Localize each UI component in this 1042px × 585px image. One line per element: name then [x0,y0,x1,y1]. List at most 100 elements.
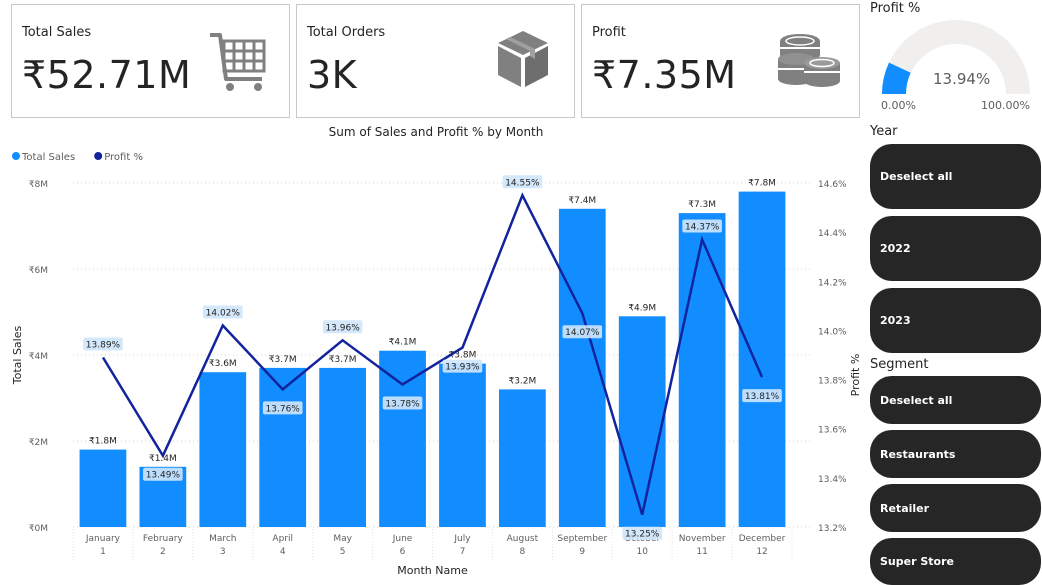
x-tick-label: July [453,534,471,544]
y-tick-label: ₹4M [29,352,48,362]
y2-tick-label: 13.6% [818,426,847,436]
y2-tick-label: 13.4% [818,475,847,485]
kpi-total-sales-value: ₹52.71M [22,53,192,97]
year-deselect-all-button[interactable]: Deselect all [870,144,1041,209]
x-tick-label: December [739,534,786,544]
y2-tick-label: 14.0% [818,327,847,337]
x-tick-label: May [333,534,352,544]
line-data-label: 13.49% [146,471,181,481]
x-tick-label: April [272,534,293,544]
bar-data-label: ₹3.2M [508,376,536,386]
line-data-label: 14.02% [206,309,241,319]
x-tick-number: 11 [696,547,707,557]
x-tick-label: August [507,534,539,544]
gauge-value-label: 13.94% [933,70,991,88]
line-data-label: 13.78% [385,399,420,409]
legend-label-1: Total Sales [21,152,75,163]
y2-tick-label: 13.8% [818,377,847,387]
year-2023-button[interactable]: 2023 [870,288,1041,353]
y-tick-label: ₹0M [29,524,48,534]
y-axis-title: Total Sales [11,326,24,386]
bar-november [678,213,726,527]
box-icon [498,31,548,87]
x-axis-title: Month Name [397,564,468,577]
line-data-label: 14.07% [565,328,600,338]
segment-retailer-button[interactable]: Retailer [870,484,1041,532]
x-tick-number: 12 [756,547,767,557]
x-tick-number: 1 [100,547,106,557]
bar-data-label: ₹3.7M [269,355,297,365]
bar-october [618,316,666,527]
x-tick-label: June [392,534,413,544]
y2-axis-title: Profit % [849,354,862,397]
kpi-total-orders-value: 3K [307,53,358,97]
bar-august [499,389,546,527]
bar-data-label: ₹7.8M [748,179,776,189]
kpi-total-sales-label: Total Sales [22,25,92,40]
y2-tick-label: 14.4% [818,229,847,239]
x-tick-label: March [209,534,236,544]
bar-july [439,363,486,527]
line-data-label: 13.25% [625,530,660,540]
y-tick-label: ₹2M [29,438,48,448]
bar-may [319,367,366,527]
year-2022-button[interactable]: 2022 [870,216,1041,281]
segment-super-store-button[interactable]: Super Store [870,538,1041,585]
x-tick-number: 10 [636,547,648,557]
chart-title: Sum of Sales and Profit % by Month [329,125,544,139]
gauge-min-label: 0.00% [881,99,916,112]
x-tick-label: September [557,534,607,544]
bar-december [738,191,786,527]
x-tick-number: 9 [579,547,585,557]
bar-june [379,350,426,527]
line-data-label: 13.89% [86,340,121,350]
y-tick-label: ₹6M [29,266,48,276]
x-tick-label: January [85,534,121,544]
x-tick-number: 8 [520,547,526,557]
bar-data-label: ₹1.8M [89,437,117,447]
bar-data-label: ₹3.7M [329,355,357,365]
y2-tick-label: 14.2% [818,278,847,288]
gauge-fill [882,62,911,95]
kpi-card-total-sales: Total Sales ₹52.71M [11,4,290,118]
segment-deselect-all-button[interactable]: Deselect all [870,376,1041,424]
coins-icon [778,34,840,87]
kpi-total-orders-label: Total Orders [307,25,386,40]
legend-marker-1 [12,152,20,160]
y2-tick-label: 13.2% [818,524,847,534]
y-tick-label: ₹8M [29,180,48,190]
segment-restaurants-button[interactable]: Restaurants [870,430,1041,478]
bar-data-label: ₹1.4M [149,454,177,464]
kpi-card-total-orders: Total Orders 3K [296,4,575,118]
line-data-label: 14.55% [505,178,540,188]
bar-data-label: ₹4.1M [389,338,417,348]
x-tick-label: November [679,534,726,544]
gauge-max-label: 100.00% [981,99,1030,112]
segment-slicer-title: Segment [870,357,929,372]
y2-tick-label: 14.6% [818,180,847,190]
x-tick-number: 7 [460,547,466,557]
bar-data-label: ₹3.6M [209,359,237,369]
bar-april [259,367,307,527]
bar-data-label: ₹7.3M [688,200,716,210]
x-tick-number: 6 [400,547,406,557]
x-tick-label: February [143,534,184,544]
line-data-label: 13.96% [325,323,360,333]
bar-january [79,449,127,527]
line-data-label: 14.37% [685,223,720,233]
x-tick-number: 4 [280,547,286,557]
bar-march [199,372,247,527]
legend-label-2: Profit % [104,152,143,163]
line-data-label: 13.93% [445,363,480,373]
x-tick-number: 5 [340,547,346,557]
line-data-label: 13.81% [745,392,780,402]
kpi-card-profit: Profit ₹7.35M [581,4,860,118]
kpi-profit-value: ₹7.35M [592,53,737,97]
x-tick-number: 2 [160,547,166,557]
line-data-label: 13.76% [266,404,301,414]
kpi-profit-label: Profit [592,25,626,40]
x-tick-number: 3 [220,547,226,557]
sales-profit-combo-chart: Sum of Sales and Profit % by Month Total … [11,125,862,577]
bar-data-label: ₹4.9M [628,303,656,313]
legend-marker-2 [94,152,103,160]
